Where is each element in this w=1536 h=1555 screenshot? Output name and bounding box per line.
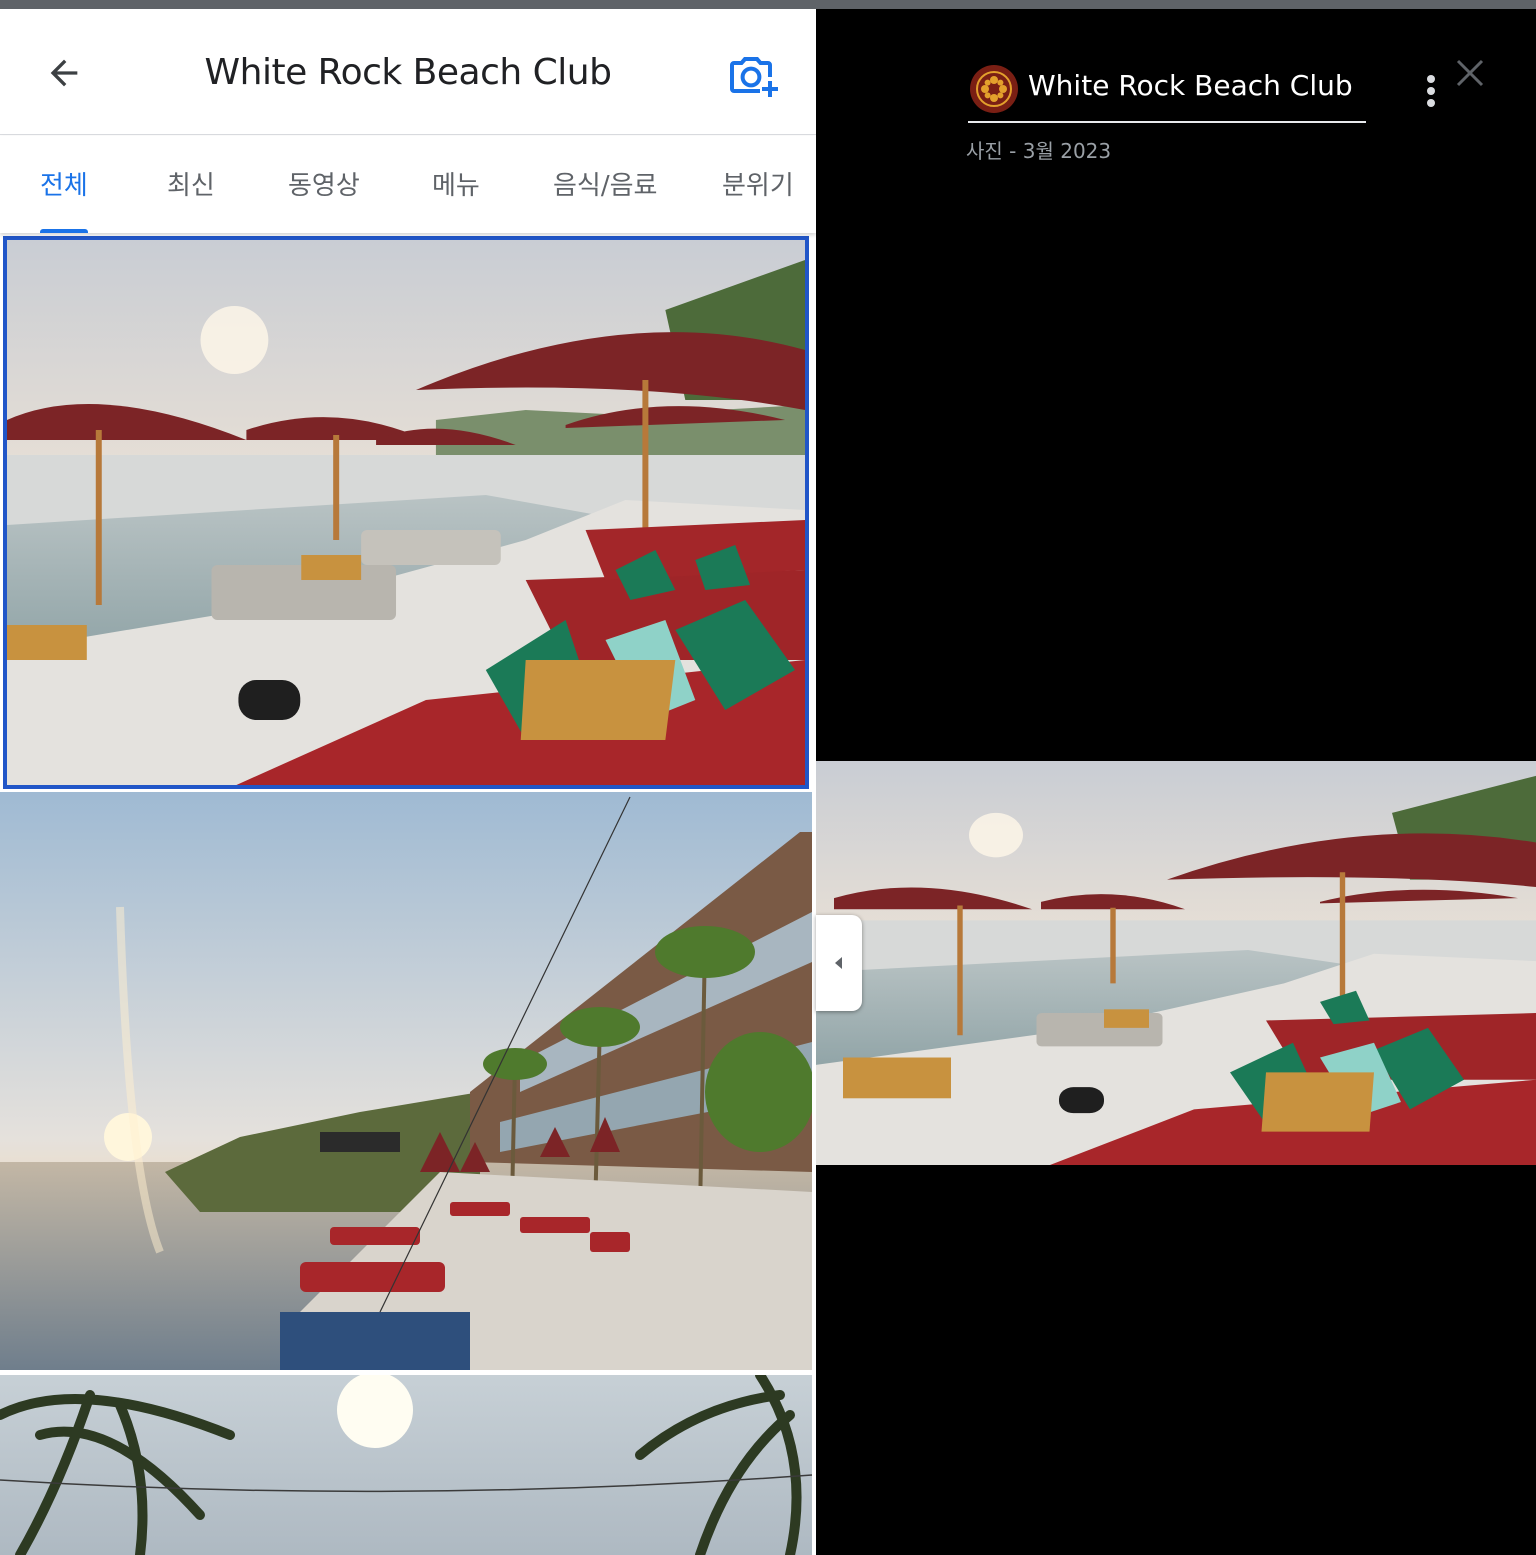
gallery-photo[interactable] [0, 1375, 812, 1555]
more-options-button[interactable] [1416, 69, 1446, 113]
tab-all[interactable]: 전체 [40, 136, 88, 233]
poolside-cabanas-image [7, 240, 805, 785]
infinity-pool-image [0, 792, 812, 1370]
tab-menu[interactable]: 메뉴 [432, 136, 480, 233]
more-vertical-icon [1427, 87, 1435, 95]
close-icon [1456, 59, 1484, 87]
status-strip [0, 0, 1536, 9]
place-name: White Rock Beach Club [1028, 69, 1353, 102]
gallery-photo[interactable] [3, 236, 809, 789]
poolside-cabanas-image [816, 761, 1536, 1165]
tab-food-drink[interactable]: 음식/음료 [553, 136, 657, 233]
collapse-panel-button[interactable] [816, 915, 862, 1011]
arrow-left-icon [50, 59, 78, 87]
add-photo-button[interactable] [722, 49, 782, 105]
photo-date: 사진 - 3월 2023 [966, 139, 1112, 163]
photo-viewer-panel: White Rock Beach Club 사진 - 3월 2023 [816, 9, 1536, 1555]
place-link[interactable]: White Rock Beach Club [968, 63, 1366, 123]
category-tabs: 전체 최신 동영상 메뉴 음식/음료 분위기 [0, 136, 816, 233]
chevron-left-icon [835, 957, 842, 969]
tab-latest[interactable]: 최신 [167, 136, 215, 233]
close-button[interactable] [1450, 53, 1490, 93]
back-button[interactable] [36, 49, 92, 97]
viewer-photo[interactable] [816, 761, 1536, 1165]
gallery-header: White Rock Beach Club [0, 9, 816, 135]
gallery-photo[interactable] [0, 792, 812, 1370]
tab-videos[interactable]: 동영상 [288, 136, 360, 233]
palm-trees-image [0, 1375, 812, 1555]
active-tab-indicator [40, 229, 88, 233]
more-vertical-icon [1427, 75, 1435, 83]
place-logo [970, 65, 1018, 113]
tab-vibe[interactable]: 분위기 [722, 136, 794, 233]
page-title: White Rock Beach Club [204, 52, 612, 93]
camera-plus-icon [730, 57, 778, 97]
more-vertical-icon [1427, 99, 1435, 107]
photo-gallery-panel: White Rock Beach Club 전체 최신 동영상 메뉴 음식/음료… [0, 9, 816, 1555]
flower-logo-icon [976, 71, 1012, 107]
